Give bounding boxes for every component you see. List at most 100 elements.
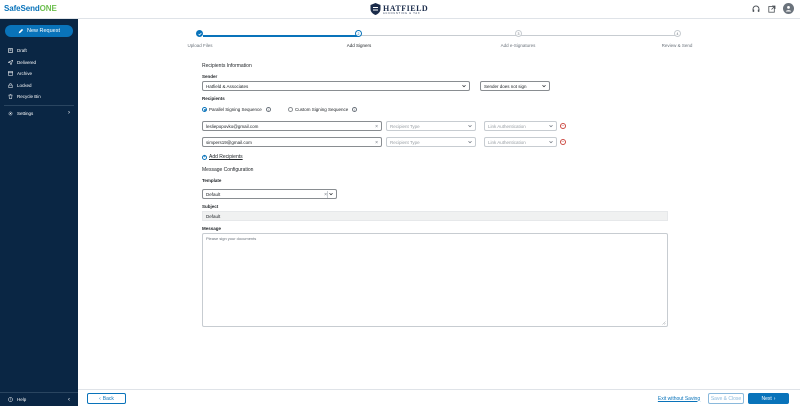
top-icons bbox=[751, 3, 794, 14]
archive-icon bbox=[8, 71, 13, 77]
info-icon[interactable]: i bbox=[265, 107, 271, 112]
chevron-down-icon bbox=[462, 84, 466, 88]
link-auth-placeholder: Link Authentication bbox=[488, 139, 526, 145]
svg-text:?: ? bbox=[10, 397, 12, 401]
next-label: Next bbox=[761, 395, 772, 402]
chevron-right-icon: › bbox=[773, 395, 776, 402]
remove-recipient-icon[interactable]: − bbox=[560, 139, 566, 145]
recipient-type-select[interactable]: Recipient Type bbox=[386, 137, 476, 147]
sidebar-item-recycle-bin[interactable]: Recycle Bin bbox=[0, 91, 78, 103]
link-auth-select[interactable]: Link Authentication bbox=[484, 137, 557, 147]
step-upload-files[interactable]: Upload Files bbox=[187, 43, 212, 48]
progress-stepper: Upload Files 2 Add Signers 3 Add e-Signa… bbox=[187, 3, 692, 48]
message-textarea[interactable]: Please sign your documents bbox=[202, 233, 668, 327]
link-auth-select[interactable]: Link Authentication bbox=[484, 121, 557, 131]
external-link-icon[interactable] bbox=[767, 4, 776, 13]
recipient-email: lesliepopovko@gmail.com bbox=[206, 123, 259, 129]
sidebar-item-delivered[interactable]: Delivered bbox=[0, 57, 78, 69]
custom-radio[interactable] bbox=[288, 107, 293, 112]
recipient-type-placeholder: Recipient Type bbox=[390, 139, 420, 145]
sender-value: Hatfield & Associates bbox=[206, 83, 249, 89]
chevron-right-icon: › bbox=[68, 110, 70, 117]
footer-bar: ‹ Back Exit without Saving Save & Close … bbox=[78, 389, 800, 406]
clear-icon[interactable]: × bbox=[375, 124, 378, 130]
recipient-email-input[interactable]: simpers19@gmail.com × bbox=[202, 137, 382, 147]
step-add-signers[interactable]: Add Signers bbox=[347, 43, 372, 48]
step-number: 3 bbox=[515, 30, 522, 37]
sidebar-help[interactable]: ? Help ‹ bbox=[0, 392, 78, 406]
help-label: Help bbox=[17, 397, 27, 402]
add-recipients-link[interactable]: + Add Recipients bbox=[202, 154, 243, 160]
sender-select[interactable]: Hatfield & Associates bbox=[202, 81, 470, 91]
template-label: Template bbox=[202, 178, 222, 183]
select-separator bbox=[327, 191, 328, 198]
parallel-sequence-option[interactable]: Parallel Signing Sequence i bbox=[202, 107, 271, 112]
user-avatar-icon[interactable] bbox=[783, 3, 794, 14]
sidebar-item-label: Archive bbox=[17, 71, 33, 77]
lock-icon bbox=[8, 82, 13, 88]
app-logo[interactable]: SafeSendONE bbox=[4, 4, 57, 13]
clear-icon[interactable]: × bbox=[375, 140, 378, 146]
recipients-info-title: Recipients Information bbox=[202, 63, 252, 69]
trash-icon bbox=[8, 94, 13, 100]
custom-sequence-option[interactable]: Custom Signing Sequence i bbox=[288, 107, 358, 112]
sender-sign-value: Sender does not sign bbox=[484, 83, 527, 89]
info-icon[interactable]: i bbox=[352, 107, 358, 112]
message-value: Please sign your documents bbox=[206, 236, 257, 241]
step-review-send[interactable]: Review & Send bbox=[662, 43, 693, 48]
template-value: Default bbox=[206, 191, 221, 197]
sender-label: Sender bbox=[202, 74, 218, 79]
template-select[interactable]: Default × bbox=[202, 189, 337, 199]
help-icon: ? bbox=[8, 396, 13, 403]
sidebar-item-settings[interactable]: Settings › bbox=[0, 108, 78, 120]
back-button[interactable]: ‹ Back bbox=[87, 393, 126, 404]
parallel-label: Parallel Signing Sequence bbox=[209, 107, 262, 112]
chevron-down-icon bbox=[549, 140, 553, 144]
recipient-type-select[interactable]: Recipient Type bbox=[386, 121, 476, 131]
recipient-email: simpers19@gmail.com bbox=[206, 139, 252, 145]
step-number: 4 bbox=[674, 30, 681, 37]
subject-value: Default bbox=[206, 213, 221, 219]
back-label: Back bbox=[102, 395, 114, 402]
remove-recipient-icon[interactable]: − bbox=[560, 123, 566, 129]
sidebar-divider bbox=[4, 104, 74, 106]
brand-main: SafeSend bbox=[4, 4, 40, 13]
recipient-type-placeholder: Recipient Type bbox=[390, 123, 420, 129]
sidebar-item-archive[interactable]: Archive bbox=[0, 68, 78, 80]
message-label: Message bbox=[202, 226, 222, 231]
pencil-icon bbox=[18, 28, 24, 34]
custom-label: Custom Signing Sequence bbox=[295, 107, 349, 112]
exit-without-saving-link[interactable]: Exit without Saving bbox=[654, 393, 704, 404]
sidebar-nav: Draft Delivered Archive Locked Recycle B… bbox=[0, 45, 78, 119]
step-add-esignatures[interactable]: Add e-Signatures bbox=[501, 43, 536, 48]
chevron-down-icon bbox=[329, 192, 333, 196]
next-button[interactable]: Next › bbox=[748, 393, 789, 404]
check-icon bbox=[196, 30, 203, 37]
sidebar-item-label: Locked bbox=[17, 82, 32, 88]
new-request-label: New Request bbox=[26, 28, 61, 34]
add-recipients-label: Add Recipients bbox=[209, 154, 243, 160]
gear-icon bbox=[8, 111, 13, 116]
sidebar-item-locked[interactable]: Locked bbox=[0, 80, 78, 92]
recipient-email-input[interactable]: lesliepopovko@gmail.com × bbox=[202, 121, 382, 131]
send-icon bbox=[8, 59, 13, 65]
chevron-down-icon bbox=[542, 84, 546, 88]
sidebar-item-draft[interactable]: Draft bbox=[0, 45, 78, 57]
subject-field[interactable]: Default bbox=[202, 211, 668, 221]
step-connector bbox=[203, 35, 359, 37]
headset-icon[interactable] bbox=[751, 4, 760, 13]
parallel-radio[interactable] bbox=[202, 107, 207, 112]
new-request-button[interactable]: New Request bbox=[5, 25, 73, 37]
save-close-button[interactable]: Save & Close bbox=[708, 393, 744, 404]
chevron-left-icon: ‹ bbox=[99, 395, 101, 402]
sidebar-item-label: Recycle Bin bbox=[17, 94, 41, 100]
sidebar: New Request Draft Delivered Archive Lock… bbox=[0, 19, 78, 406]
step-number: 2 bbox=[355, 30, 362, 37]
recipients-label: Recipients bbox=[202, 96, 225, 101]
collapse-sidebar-icon[interactable]: ‹ bbox=[68, 397, 70, 403]
resize-handle-icon[interactable] bbox=[662, 321, 666, 325]
draft-icon bbox=[8, 48, 13, 54]
exit-label: Exit without Saving bbox=[657, 395, 701, 402]
sender-sign-select[interactable]: Sender does not sign bbox=[480, 81, 550, 91]
chevron-down-icon bbox=[468, 140, 472, 144]
